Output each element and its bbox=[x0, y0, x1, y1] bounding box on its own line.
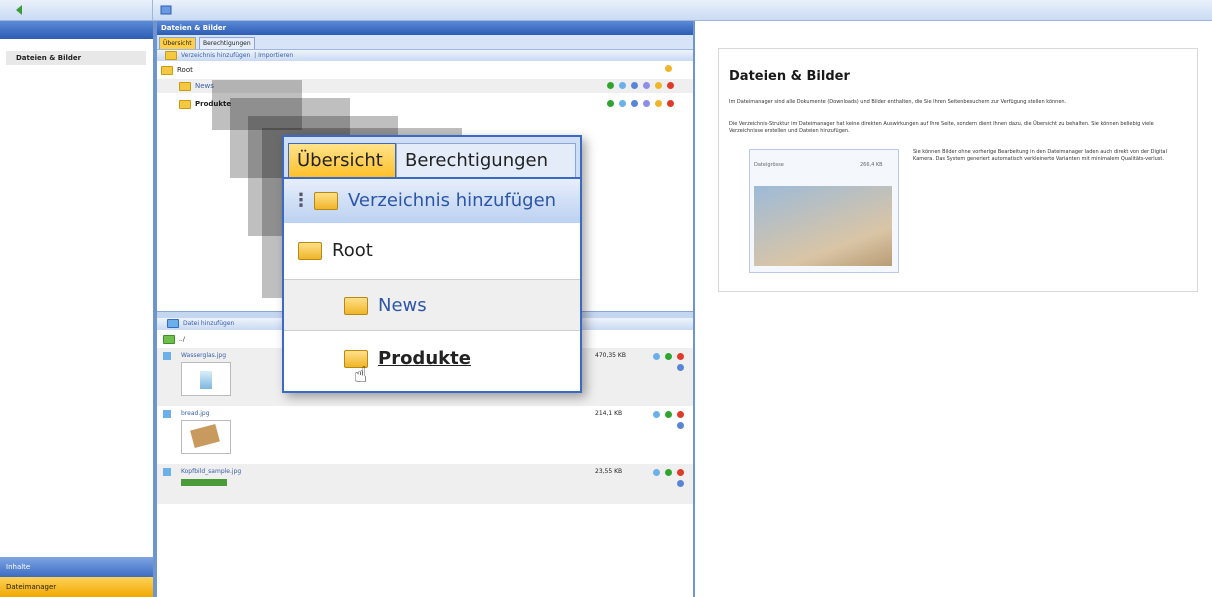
file-thumbnail[interactable] bbox=[181, 420, 231, 454]
file-thumbnail[interactable] bbox=[181, 362, 231, 396]
tab-bar: Übersicht Berechtigungen bbox=[157, 35, 693, 50]
delete-icon[interactable] bbox=[677, 469, 684, 476]
back-arrow-icon[interactable] bbox=[14, 4, 26, 16]
add-file-button[interactable]: Datei hinzufügen bbox=[183, 320, 234, 327]
folder-icon bbox=[179, 99, 191, 109]
file-size: 23,55 KB bbox=[595, 468, 623, 475]
add-folder-button[interactable]: Verzeichnis hinzufügen bbox=[181, 52, 250, 59]
edit-icon[interactable] bbox=[619, 82, 626, 89]
sidebar-section-inhalte[interactable]: Inhalte bbox=[0, 557, 153, 577]
delete-icon[interactable] bbox=[677, 353, 684, 360]
file-icon bbox=[163, 352, 171, 360]
folder-icon bbox=[179, 81, 191, 91]
tree-label: Root bbox=[332, 240, 373, 261]
delete-icon[interactable] bbox=[677, 411, 684, 418]
sidebar-item-dateien-bilder[interactable]: Dateien & Bilder bbox=[6, 51, 146, 65]
tree-label: Root bbox=[177, 66, 193, 74]
status-icon[interactable] bbox=[607, 82, 614, 89]
panel-title: Dateien & Bilder bbox=[157, 21, 693, 35]
lock-icon[interactable] bbox=[665, 65, 672, 72]
tab-uebersicht[interactable]: Übersicht bbox=[159, 37, 196, 49]
top-toolbar bbox=[0, 0, 1212, 21]
example-screenshot: Dateigrösse 266,4 KB bbox=[749, 149, 899, 273]
folder-icon bbox=[298, 242, 322, 260]
folder-toolbar: Verzeichnis hinzufügen | Importieren bbox=[157, 50, 693, 61]
tab-uebersicht[interactable]: Übersicht bbox=[288, 143, 396, 177]
help-paragraph: Die Verzeichnis-Struktur im Dateimanager… bbox=[729, 121, 1154, 134]
folder-icon bbox=[161, 65, 173, 75]
folder-icon bbox=[344, 297, 368, 315]
example-size-label: Dateigrösse bbox=[754, 162, 784, 168]
grip-icon: ⋮ bbox=[292, 190, 310, 211]
tab-berechtigungen[interactable]: Berechtigungen bbox=[396, 143, 576, 177]
import-button[interactable]: Importieren bbox=[258, 52, 293, 59]
file-add-icon bbox=[167, 319, 179, 328]
move-icon[interactable] bbox=[677, 422, 684, 429]
tree-row-root[interactable]: Root bbox=[157, 63, 693, 77]
move-icon[interactable] bbox=[677, 364, 684, 371]
file-name[interactable]: Kopfbild_sample.jpg bbox=[181, 468, 241, 475]
sidebar-header bbox=[0, 21, 153, 39]
file-row[interactable]: bread.jpg 214,1 KB bbox=[157, 406, 693, 464]
folder-icon bbox=[165, 51, 177, 60]
file-row[interactable]: Kopfbild_sample.jpg 23,55 KB bbox=[157, 464, 693, 504]
help-title: Dateien & Bilder bbox=[729, 69, 850, 84]
tree-label: Produkte bbox=[378, 348, 471, 369]
add-folder-button[interactable]: Verzeichnis hinzufügen bbox=[348, 190, 556, 211]
sidebar-section-dateimanager[interactable]: Dateimanager bbox=[0, 577, 153, 597]
status-icon[interactable] bbox=[665, 353, 672, 360]
status-icon[interactable] bbox=[607, 100, 614, 107]
window-icon[interactable] bbox=[160, 4, 172, 16]
lock-icon[interactable] bbox=[655, 82, 662, 89]
zoom-tab-bar: Übersicht Berechtigungen bbox=[284, 137, 580, 179]
lock-icon[interactable] bbox=[655, 100, 662, 107]
help-paragraph: Im Dateimanager sind alle Dokumente (Dow… bbox=[729, 99, 1067, 105]
sidebar: Dateien & Bilder Inhalte Dateimanager bbox=[0, 21, 155, 597]
help-panel: Dateien & Bilder Im Dateimanager sind al… bbox=[718, 48, 1198, 292]
hand-cursor-icon: ☝ bbox=[354, 363, 368, 388]
file-name[interactable]: Wasserglas.jpg bbox=[181, 352, 226, 359]
move-icon[interactable] bbox=[631, 82, 638, 89]
folder-icon bbox=[314, 192, 338, 210]
info-icon[interactable] bbox=[643, 100, 650, 107]
move-icon[interactable] bbox=[631, 100, 638, 107]
zoom-folder-toolbar: ⋮ Verzeichnis hinzufügen bbox=[284, 179, 580, 223]
tree-row-produkte[interactable]: Produkte bbox=[284, 333, 580, 385]
up-folder-icon bbox=[163, 335, 175, 344]
delete-icon[interactable] bbox=[667, 82, 674, 89]
edit-icon[interactable] bbox=[653, 469, 660, 476]
example-photo bbox=[754, 186, 892, 266]
example-size-value: 266,4 KB bbox=[860, 162, 883, 168]
edit-icon[interactable] bbox=[653, 353, 660, 360]
zoom-callout: Übersicht Berechtigungen ⋮ Verzeichnis hi… bbox=[282, 135, 582, 393]
file-thumbnail[interactable] bbox=[181, 479, 227, 486]
file-name[interactable]: bread.jpg bbox=[181, 410, 210, 417]
tab-berechtigungen[interactable]: Berechtigungen bbox=[199, 37, 255, 49]
status-icon[interactable] bbox=[665, 411, 672, 418]
file-icon bbox=[163, 410, 171, 418]
tree-row-news[interactable]: News bbox=[284, 279, 580, 331]
edit-icon[interactable] bbox=[653, 411, 660, 418]
tree-row-root[interactable]: Root bbox=[284, 225, 580, 277]
file-size: 214,1 KB bbox=[595, 410, 623, 417]
move-icon[interactable] bbox=[677, 480, 684, 487]
file-icon bbox=[163, 468, 171, 476]
delete-icon[interactable] bbox=[667, 100, 674, 107]
info-icon[interactable] bbox=[643, 82, 650, 89]
tree-label: News bbox=[378, 295, 427, 316]
help-paragraph: Sie können Bilder ohne vorherige Bearbei… bbox=[913, 149, 1167, 162]
file-size: 470,35 KB bbox=[595, 352, 626, 359]
status-icon[interactable] bbox=[665, 469, 672, 476]
path-label: ../ bbox=[179, 336, 185, 343]
edit-icon[interactable] bbox=[619, 100, 626, 107]
